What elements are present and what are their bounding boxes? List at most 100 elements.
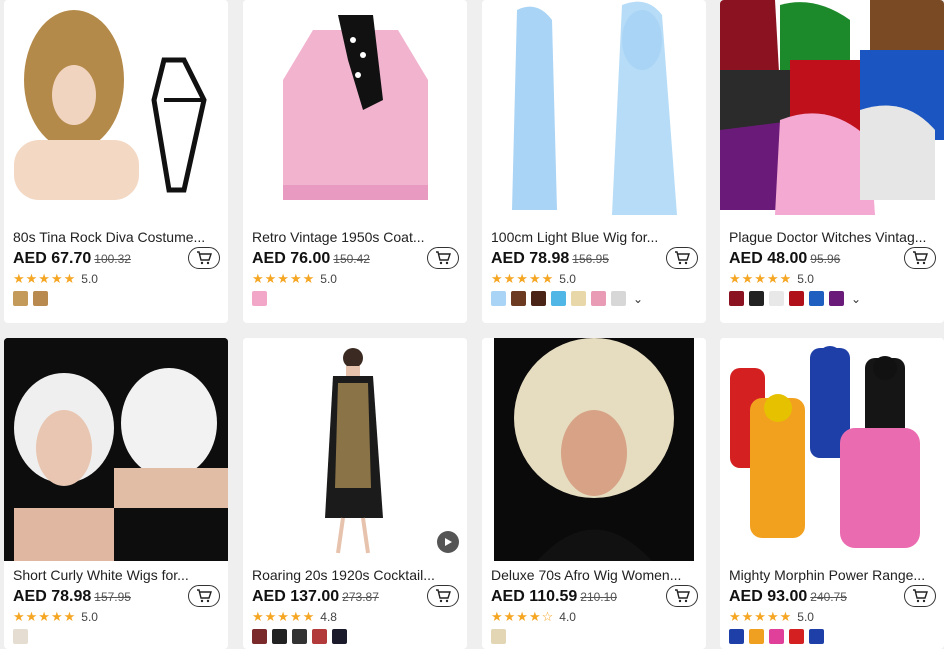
variant-swatch[interactable] <box>292 629 307 644</box>
add-to-cart-button[interactable] <box>666 247 698 269</box>
variant-swatch[interactable] <box>252 629 267 644</box>
price-row: AED 78.98 157.95 <box>13 588 131 606</box>
variant-swatch[interactable] <box>312 629 327 644</box>
sale-price: AED 137.00 <box>252 588 340 605</box>
variant-swatch[interactable] <box>272 629 287 644</box>
product-title[interactable]: Plague Doctor Witches Vintag... <box>729 229 935 245</box>
product-card[interactable]: Roaring 20s 1920s Cocktail... AED 137.00… <box>243 338 467 649</box>
chevron-down-icon[interactable]: ⌄ <box>851 292 861 306</box>
variant-swatch[interactable] <box>531 291 546 306</box>
play-video-button[interactable] <box>437 531 459 553</box>
variant-swatch[interactable] <box>769 291 784 306</box>
sale-price: AED 78.98 <box>13 588 92 605</box>
rating-value: 5.0 <box>559 272 576 286</box>
product-image[interactable] <box>4 0 228 223</box>
original-price: 210.10 <box>580 590 617 604</box>
sale-price: AED 110.59 <box>491 588 578 605</box>
rating: ★★★★★ 5.0 <box>13 271 98 287</box>
variant-swatch[interactable] <box>33 291 48 306</box>
cart-icon <box>675 251 690 265</box>
price-row: AED 48.00 95.96 <box>729 250 840 268</box>
product-card[interactable]: Short Curly White Wigs for... AED 78.98 1… <box>4 338 228 649</box>
product-card[interactable]: Plague Doctor Witches Vintag... AED 48.0… <box>720 0 944 323</box>
variant-swatch[interactable] <box>13 629 28 644</box>
add-to-cart-button[interactable] <box>904 247 936 269</box>
variant-swatch[interactable] <box>729 629 744 644</box>
variant-swatch[interactable] <box>332 629 347 644</box>
cart-icon <box>436 251 451 265</box>
variant-swatches <box>252 629 347 644</box>
add-to-cart-button[interactable] <box>188 247 220 269</box>
sale-price: AED 48.00 <box>729 250 808 267</box>
sale-price: AED 76.00 <box>252 250 331 267</box>
cart-icon <box>913 589 928 603</box>
star-icons: ★★★★★ <box>729 609 793 624</box>
price-row: AED 137.00 273.87 <box>252 588 379 606</box>
variant-swatch[interactable] <box>769 629 784 644</box>
product-title[interactable]: 80s Tina Rock Diva Costume... <box>13 229 219 245</box>
variant-swatches: ⌄ <box>491 291 643 306</box>
variant-swatch[interactable] <box>809 291 824 306</box>
rating: ★★★★★ 5.0 <box>13 609 98 625</box>
variant-swatch[interactable] <box>13 291 28 306</box>
cart-icon <box>913 251 928 265</box>
product-image[interactable] <box>482 338 706 561</box>
variant-swatch[interactable] <box>491 629 506 644</box>
chevron-down-icon[interactable]: ⌄ <box>633 292 643 306</box>
original-price: 157.95 <box>94 590 131 604</box>
variant-swatch[interactable] <box>252 291 267 306</box>
product-card[interactable]: Mighty Morphin Power Range... AED 93.00 2… <box>720 338 944 649</box>
price-row: AED 93.00 240.75 <box>729 588 847 606</box>
product-title[interactable]: Roaring 20s 1920s Cocktail... <box>252 567 458 583</box>
product-card[interactable]: 100cm Light Blue Wig for... AED 78.98 156… <box>482 0 706 323</box>
variant-swatch[interactable] <box>571 291 586 306</box>
variant-swatch[interactable] <box>829 291 844 306</box>
product-image[interactable] <box>720 0 944 223</box>
rating-value: 5.0 <box>797 272 814 286</box>
product-image[interactable] <box>720 338 944 561</box>
product-image[interactable] <box>243 0 467 223</box>
rating: ★★★★★ 5.0 <box>729 271 814 287</box>
sale-price: AED 93.00 <box>729 588 808 605</box>
star-icons: ★★★★☆ <box>491 609 555 624</box>
product-image[interactable] <box>4 338 228 561</box>
variant-swatch[interactable] <box>551 291 566 306</box>
rating-value: 5.0 <box>81 610 98 624</box>
variant-swatch[interactable] <box>491 291 506 306</box>
product-title[interactable]: Short Curly White Wigs for... <box>13 567 219 583</box>
variant-swatch[interactable] <box>789 291 804 306</box>
product-image[interactable] <box>243 338 467 561</box>
product-title[interactable]: Mighty Morphin Power Range... <box>729 567 935 583</box>
add-to-cart-button[interactable] <box>188 585 220 607</box>
variant-swatch[interactable] <box>591 291 606 306</box>
product-title[interactable]: 100cm Light Blue Wig for... <box>491 229 697 245</box>
add-to-cart-button[interactable] <box>427 247 459 269</box>
variant-swatch[interactable] <box>729 291 744 306</box>
star-icons: ★★★★★ <box>13 609 77 624</box>
sale-price: AED 67.70 <box>13 250 92 267</box>
star-icons: ★★★★★ <box>491 271 555 286</box>
add-to-cart-button[interactable] <box>666 585 698 607</box>
rating: ★★★★★ 4.8 <box>252 609 337 625</box>
product-image[interactable] <box>482 0 706 223</box>
add-to-cart-button[interactable] <box>904 585 936 607</box>
variant-swatch[interactable] <box>789 629 804 644</box>
product-card[interactable]: 80s Tina Rock Diva Costume... AED 67.70 1… <box>4 0 228 323</box>
star-icons: ★★★★★ <box>252 609 316 624</box>
product-title[interactable]: Deluxe 70s Afro Wig Women... <box>491 567 697 583</box>
rating-value: 4.8 <box>320 610 337 624</box>
original-price: 100.32 <box>94 252 131 266</box>
variant-swatch[interactable] <box>749 629 764 644</box>
variant-swatch[interactable] <box>611 291 626 306</box>
original-price: 156.95 <box>572 252 609 266</box>
star-icons: ★★★★★ <box>13 271 77 286</box>
rating-value: 5.0 <box>797 610 814 624</box>
product-card[interactable]: Retro Vintage 1950s Coat... AED 76.00 150… <box>243 0 467 323</box>
product-title[interactable]: Retro Vintage 1950s Coat... <box>252 229 458 245</box>
variant-swatch[interactable] <box>809 629 824 644</box>
variant-swatch[interactable] <box>749 291 764 306</box>
variant-swatch[interactable] <box>511 291 526 306</box>
rating: ★★★★☆ 4.0 <box>491 609 576 625</box>
product-card[interactable]: Deluxe 70s Afro Wig Women... AED 110.59 2… <box>482 338 706 649</box>
add-to-cart-button[interactable] <box>427 585 459 607</box>
